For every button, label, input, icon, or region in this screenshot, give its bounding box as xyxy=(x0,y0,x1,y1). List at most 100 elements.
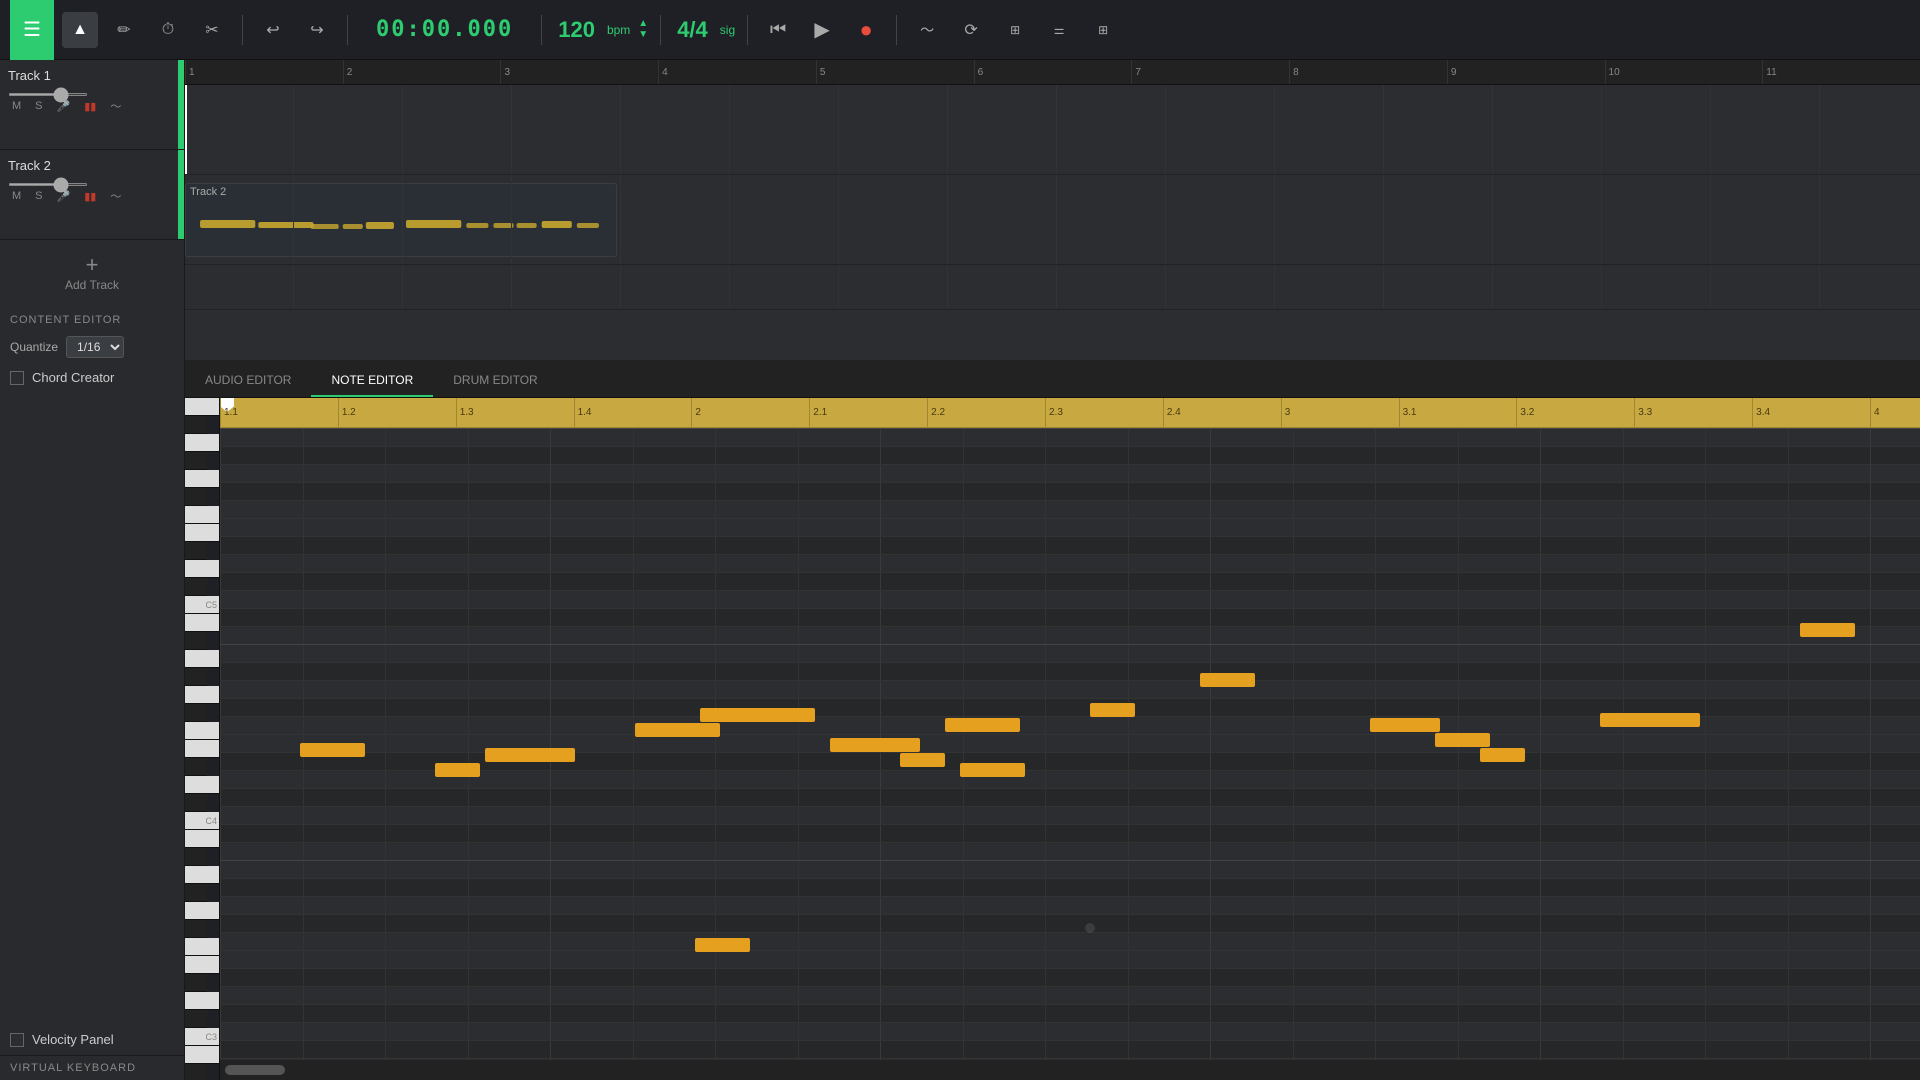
piano-key-B4[interactable] xyxy=(185,614,219,632)
piano-key-D5[interactable] xyxy=(185,560,219,578)
track-1-mute-button[interactable]: M xyxy=(8,98,25,114)
piano-key-F4[interactable] xyxy=(185,722,219,740)
track-1-rec-button[interactable]: ▮▮ xyxy=(80,98,100,115)
chord-creator-checkbox[interactable] xyxy=(10,371,24,385)
piano-key-F5[interactable] xyxy=(185,506,219,524)
record-button[interactable]: ● xyxy=(848,12,884,48)
menu-button[interactable]: ☰ xyxy=(10,0,54,60)
piano-key-Bb3[interactable] xyxy=(185,848,207,866)
note-block-2[interactable] xyxy=(485,748,575,762)
piano-key-Eb5[interactable] xyxy=(185,542,207,560)
track-2-mute-button[interactable]: M xyxy=(8,188,25,204)
mixer-button[interactable]: ⚌ xyxy=(1041,12,1077,48)
clock-tool-button[interactable]: ⏱ xyxy=(150,12,186,48)
note-block-0[interactable] xyxy=(300,743,365,757)
grid-hline xyxy=(220,896,1920,897)
bpm-up-arrow[interactable]: ▲ xyxy=(638,19,648,29)
piano-key-E5[interactable] xyxy=(185,524,219,542)
piano-key-Bb5[interactable] xyxy=(185,416,207,434)
note-block-10[interactable] xyxy=(1090,703,1135,717)
note-block-15[interactable] xyxy=(1600,713,1700,727)
piano-key-A3[interactable] xyxy=(185,866,219,884)
note-grid[interactable] xyxy=(220,428,1920,1080)
bpm-arrows[interactable]: ▲ ▼ xyxy=(638,19,648,40)
track-1-solo-button[interactable]: S xyxy=(31,98,46,114)
tab-note-editor[interactable]: NOTE EDITOR xyxy=(311,365,433,397)
track-1-mic-button[interactable]: 🎤 xyxy=(53,98,75,115)
piano-key-Gb4[interactable] xyxy=(185,704,207,722)
track-1-wave-button[interactable]: 〜 xyxy=(106,96,125,116)
track-2-wave-button[interactable]: 〜 xyxy=(106,186,125,206)
redo-button[interactable]: ↪ xyxy=(299,12,335,48)
scissors-tool-button[interactable]: ✂ xyxy=(194,12,230,48)
piano-key-Gb3[interactable] xyxy=(185,920,207,938)
piano-key-D4[interactable] xyxy=(185,776,219,794)
piano-key-Db5[interactable] xyxy=(185,578,207,596)
quantize-select[interactable]: 1/16 1/8 1/4 1/2 1 xyxy=(66,336,124,358)
track-2-solo-button[interactable]: S xyxy=(31,188,46,204)
loop-button[interactable]: ⟳ xyxy=(953,12,989,48)
piano-key-Eb4[interactable] xyxy=(185,758,207,776)
note-block-1[interactable] xyxy=(435,763,480,777)
undo-button[interactable]: ↩ xyxy=(255,12,291,48)
note-grid-container[interactable]: 1.11.21.31.422.12.22.32.433.13.23.33.44 xyxy=(220,398,1920,1080)
piano-key-A5[interactable] xyxy=(185,434,219,452)
play-button[interactable]: ▶ xyxy=(804,12,840,48)
grid-vline xyxy=(1210,428,1211,1080)
piano-key-E3[interactable] xyxy=(185,956,219,974)
piano-key-Db3[interactable] xyxy=(185,1010,207,1028)
piano-key-D3[interactable] xyxy=(185,992,219,1010)
piano-key-Bb4[interactable] xyxy=(185,632,207,650)
note-block-8[interactable] xyxy=(945,718,1020,732)
piano-key-Gb5[interactable] xyxy=(185,488,207,506)
piano-key-Ab5[interactable] xyxy=(185,452,207,470)
track-2-clip[interactable]: Track 2 xyxy=(185,183,617,257)
piano-key-G3[interactable] xyxy=(185,902,219,920)
piano-key-G4[interactable] xyxy=(185,686,219,704)
empty-row-1[interactable] xyxy=(185,265,1920,310)
track-2-rec-button[interactable]: ▮▮ xyxy=(80,188,100,205)
piano-key-Db4[interactable] xyxy=(185,794,207,812)
track-2-mic-button[interactable]: 🎤 xyxy=(53,188,75,205)
note-block-4[interactable] xyxy=(635,723,720,737)
track-1-row[interactable] xyxy=(185,85,1920,175)
piano-key-B5[interactable] xyxy=(185,398,219,416)
piano-key-Eb3[interactable] xyxy=(185,974,207,992)
pencil-tool-button[interactable]: ✏ xyxy=(106,12,142,48)
piano-roll: C5C4C3C2 xyxy=(185,398,220,1080)
velocity-panel-checkbox[interactable] xyxy=(10,1033,24,1047)
rewind-button[interactable]: ⏮ xyxy=(760,12,796,48)
piano-key-G5[interactable] xyxy=(185,470,219,488)
bpm-down-arrow[interactable]: ▼ xyxy=(638,30,648,40)
note-block-11[interactable] xyxy=(1200,673,1255,687)
grid-button[interactable]: ⊞ xyxy=(1085,12,1121,48)
snap-button[interactable]: ⊞ xyxy=(997,12,1033,48)
note-block-16[interactable] xyxy=(1800,623,1855,637)
tab-audio-editor[interactable]: AUDIO EDITOR xyxy=(185,365,311,397)
note-block-7[interactable] xyxy=(900,753,945,767)
tab-drum-editor[interactable]: DRUM EDITOR xyxy=(433,365,557,397)
piano-key-Ab4[interactable] xyxy=(185,668,207,686)
track-2-row[interactable]: Track 2 xyxy=(185,175,1920,265)
piano-key-A4[interactable] xyxy=(185,650,219,668)
note-block-13[interactable] xyxy=(1435,733,1490,747)
select-tool-button[interactable]: ▲ xyxy=(62,12,98,48)
add-track-area[interactable]: + Add Track xyxy=(0,240,184,304)
grid-vline xyxy=(1128,428,1129,1080)
quantize-label: Quantize xyxy=(10,340,58,354)
piano-key-E4[interactable] xyxy=(185,740,219,758)
note-block-14[interactable] xyxy=(1480,748,1525,762)
piano-key-B2[interactable] xyxy=(185,1046,219,1064)
piano-key-B3[interactable] xyxy=(185,830,219,848)
note-block-3[interactable] xyxy=(700,708,815,722)
piano-key-F3[interactable] xyxy=(185,938,219,956)
note-block-5[interactable] xyxy=(695,938,750,952)
note-scrollbar-horizontal[interactable] xyxy=(220,1060,1920,1080)
note-block-6[interactable] xyxy=(830,738,920,752)
piano-key-Bb2[interactable] xyxy=(185,1064,207,1080)
note-block-12[interactable] xyxy=(1370,718,1440,732)
automation-button[interactable]: 〜 xyxy=(909,12,945,48)
scrollbar-thumb[interactable] xyxy=(225,1065,285,1075)
piano-key-Ab3[interactable] xyxy=(185,884,207,902)
note-block-9[interactable] xyxy=(960,763,1025,777)
